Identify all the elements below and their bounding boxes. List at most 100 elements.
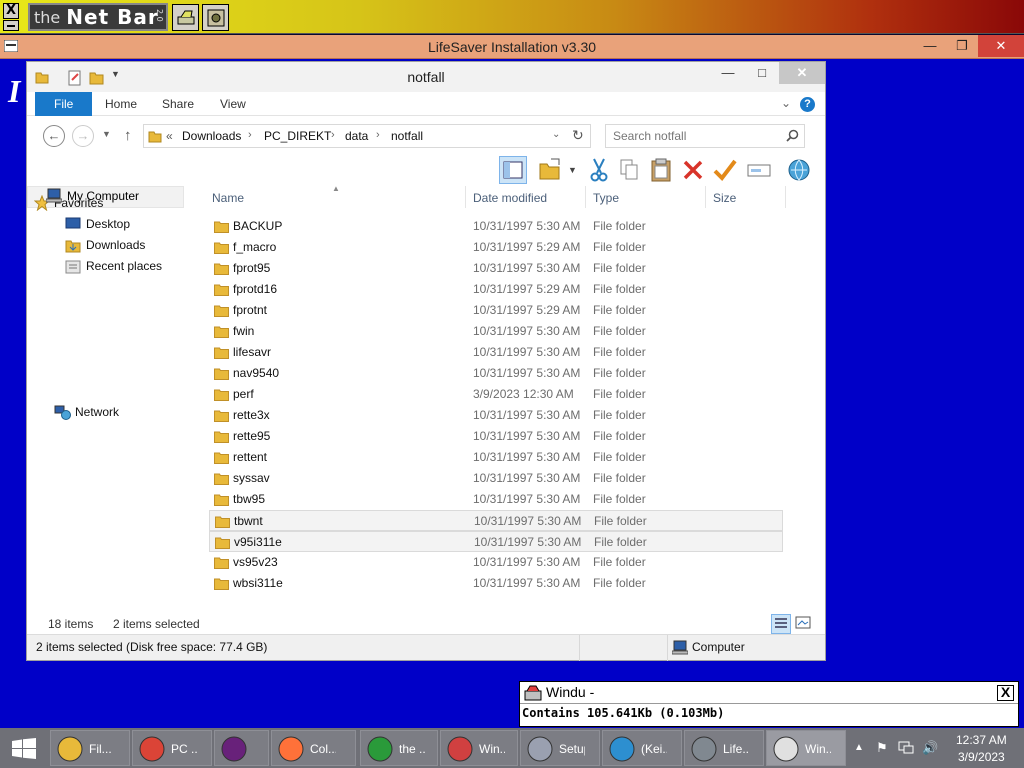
- taskbar-item[interactable]: Fil...: [50, 730, 130, 766]
- help-icon[interactable]: ?: [800, 97, 815, 112]
- large-icons-view-button[interactable]: [794, 614, 814, 634]
- table-row[interactable]: syssav 10/31/1997 5:30 AM File folder: [209, 468, 783, 489]
- tab-file[interactable]: File: [35, 92, 93, 116]
- lifesaver-close-button[interactable]: ✕: [978, 35, 1024, 57]
- nav-downloads[interactable]: Downloads: [65, 238, 145, 253]
- search-icon[interactable]: [786, 129, 799, 142]
- action-center-flag-icon[interactable]: ⚑: [876, 740, 888, 756]
- column-size[interactable]: Size: [713, 191, 736, 205]
- sort-ascending-icon: ▲: [332, 184, 340, 193]
- table-row[interactable]: tbw95 10/31/1997 5:30 AM File folder: [209, 489, 783, 510]
- taskbar-item[interactable]: Win...: [440, 730, 518, 766]
- table-row[interactable]: f_macro 10/31/1997 5:29 AM File folder: [209, 237, 783, 258]
- refresh-icon[interactable]: ↻: [572, 127, 584, 144]
- properties-button[interactable]: [711, 156, 739, 184]
- taskbar-item-label: Win...: [805, 742, 831, 756]
- explorer-close-button[interactable]: ✕: [779, 62, 825, 84]
- delete-button[interactable]: [679, 156, 707, 184]
- tab-share[interactable]: Share: [148, 92, 208, 116]
- show-hidden-icons-icon[interactable]: ▲: [854, 742, 864, 753]
- table-row[interactable]: rette95 10/31/1997 5:30 AM File folder: [209, 426, 783, 447]
- address-overflow[interactable]: «: [166, 129, 173, 143]
- table-row[interactable]: v95i311e 10/31/1997 5:30 AM File folder: [209, 531, 783, 552]
- table-row[interactable]: rette3x 10/31/1997 5:30 AM File folder: [209, 405, 783, 426]
- tab-home[interactable]: Home: [91, 92, 151, 116]
- nav-my-computer[interactable]: My Computer: [27, 186, 184, 208]
- tab-view[interactable]: View: [206, 92, 260, 116]
- breadcrumb-pc-direkt[interactable]: PC_DIREKT: [264, 129, 331, 143]
- address-bar[interactable]: « Downloads › PC_DIREKT › data › notfall…: [143, 124, 591, 148]
- back-button[interactable]: ←: [43, 125, 65, 147]
- nav-desktop[interactable]: Desktop: [65, 217, 130, 231]
- netbar-close-button[interactable]: X: [3, 3, 19, 19]
- column-type[interactable]: Type: [593, 191, 619, 205]
- table-row[interactable]: wbsi311e 10/31/1997 5:30 AM File folder: [209, 573, 783, 594]
- copy-button[interactable]: [615, 156, 643, 184]
- column-divider[interactable]: [465, 186, 466, 208]
- netbar-drive-button[interactable]: [172, 4, 199, 31]
- table-row[interactable]: vs95v23 10/31/1997 5:30 AM File folder: [209, 552, 783, 573]
- table-row[interactable]: rettent 10/31/1997 5:30 AM File folder: [209, 447, 783, 468]
- volume-icon[interactable]: 🔊: [922, 740, 938, 756]
- nav-network[interactable]: Network: [54, 405, 119, 420]
- netbar-settings-button[interactable]: [202, 4, 229, 31]
- details-view-button[interactable]: [771, 614, 791, 634]
- status-location: Computer: [692, 640, 745, 654]
- preview-pane-button[interactable]: [499, 156, 527, 184]
- table-row[interactable]: fprotnt 10/31/1997 5:29 AM File folder: [209, 300, 783, 321]
- status-text: 2 items selected (Disk free space: 77.4 …: [36, 640, 268, 654]
- ribbon-expand-icon[interactable]: ⌄: [781, 96, 791, 110]
- lifesaver-restore-button[interactable]: ❐: [946, 35, 978, 57]
- column-divider[interactable]: [585, 186, 586, 208]
- lifesaver-minimize-button[interactable]: —: [914, 35, 946, 57]
- taskbar-item[interactable]: Life...: [684, 730, 764, 766]
- forward-button[interactable]: →: [72, 125, 94, 147]
- column-name[interactable]: Name: [212, 191, 244, 205]
- taskbar-item[interactable]: Win...: [766, 730, 846, 766]
- taskbar-item[interactable]: (Kei...: [602, 730, 682, 766]
- table-row[interactable]: fprotd16 10/31/1997 5:29 AM File folder: [209, 279, 783, 300]
- rename-button[interactable]: [745, 156, 773, 184]
- recent-locations-icon[interactable]: ▼: [102, 129, 111, 139]
- column-date-modified[interactable]: Date modified: [473, 191, 547, 205]
- search-box[interactable]: Search notfall: [605, 124, 805, 148]
- table-row[interactable]: tbwnt 10/31/1997 5:30 AM File folder: [209, 510, 783, 531]
- table-row[interactable]: BACKUP 10/31/1997 5:30 AM File folder: [209, 216, 783, 237]
- breadcrumb-notfall[interactable]: notfall: [391, 129, 423, 143]
- taskbar-item[interactable]: [214, 730, 269, 766]
- folder-icon: [214, 431, 229, 443]
- explorer-minimize-button[interactable]: —: [711, 62, 745, 84]
- lifesaver-title: LifeSaver Installation v3.30: [427, 39, 597, 55]
- network-status-icon[interactable]: [898, 740, 914, 755]
- breadcrumb-downloads[interactable]: Downloads: [182, 129, 241, 143]
- clock-date[interactable]: 3/9/2023: [958, 750, 1005, 764]
- globe-button[interactable]: [785, 156, 813, 184]
- address-history-dropdown-icon[interactable]: ⌄: [552, 129, 560, 140]
- table-row[interactable]: nav9540 10/31/1997 5:30 AM File folder: [209, 363, 783, 384]
- breadcrumb-separator-icon[interactable]: ›: [248, 129, 252, 141]
- table-row[interactable]: fwin 10/31/1997 5:30 AM File folder: [209, 321, 783, 342]
- organize-button[interactable]: [537, 156, 565, 184]
- table-row[interactable]: fprot95 10/31/1997 5:30 AM File folder: [209, 258, 783, 279]
- paste-button[interactable]: [647, 156, 675, 184]
- table-row[interactable]: lifesavr 10/31/1997 5:30 AM File folder: [209, 342, 783, 363]
- up-button[interactable]: ↑: [124, 127, 132, 144]
- breadcrumb-separator-icon[interactable]: ›: [376, 129, 380, 141]
- explorer-maximize-button[interactable]: □: [745, 62, 779, 84]
- cut-button[interactable]: [585, 156, 613, 184]
- taskbar-item[interactable]: Setup: [520, 730, 600, 766]
- table-row[interactable]: perf 3/9/2023 12:30 AM File folder: [209, 384, 783, 405]
- nav-recent-places[interactable]: Recent places: [65, 259, 162, 274]
- start-button[interactable]: [0, 728, 48, 768]
- windu-close-button[interactable]: X: [997, 685, 1014, 701]
- clock-time[interactable]: 12:37 AM: [956, 733, 1007, 747]
- taskbar-item[interactable]: Col...: [271, 730, 356, 766]
- taskbar-item[interactable]: the ...: [360, 730, 438, 766]
- column-divider[interactable]: [785, 186, 786, 208]
- breadcrumb-separator-icon[interactable]: ›: [331, 129, 335, 141]
- breadcrumb-data[interactable]: data: [345, 129, 368, 143]
- netbar-menu-button[interactable]: [3, 20, 19, 31]
- taskbar-item[interactable]: PC ...: [132, 730, 212, 766]
- organize-dropdown-icon[interactable]: ▼: [568, 165, 577, 175]
- column-divider[interactable]: [705, 186, 706, 208]
